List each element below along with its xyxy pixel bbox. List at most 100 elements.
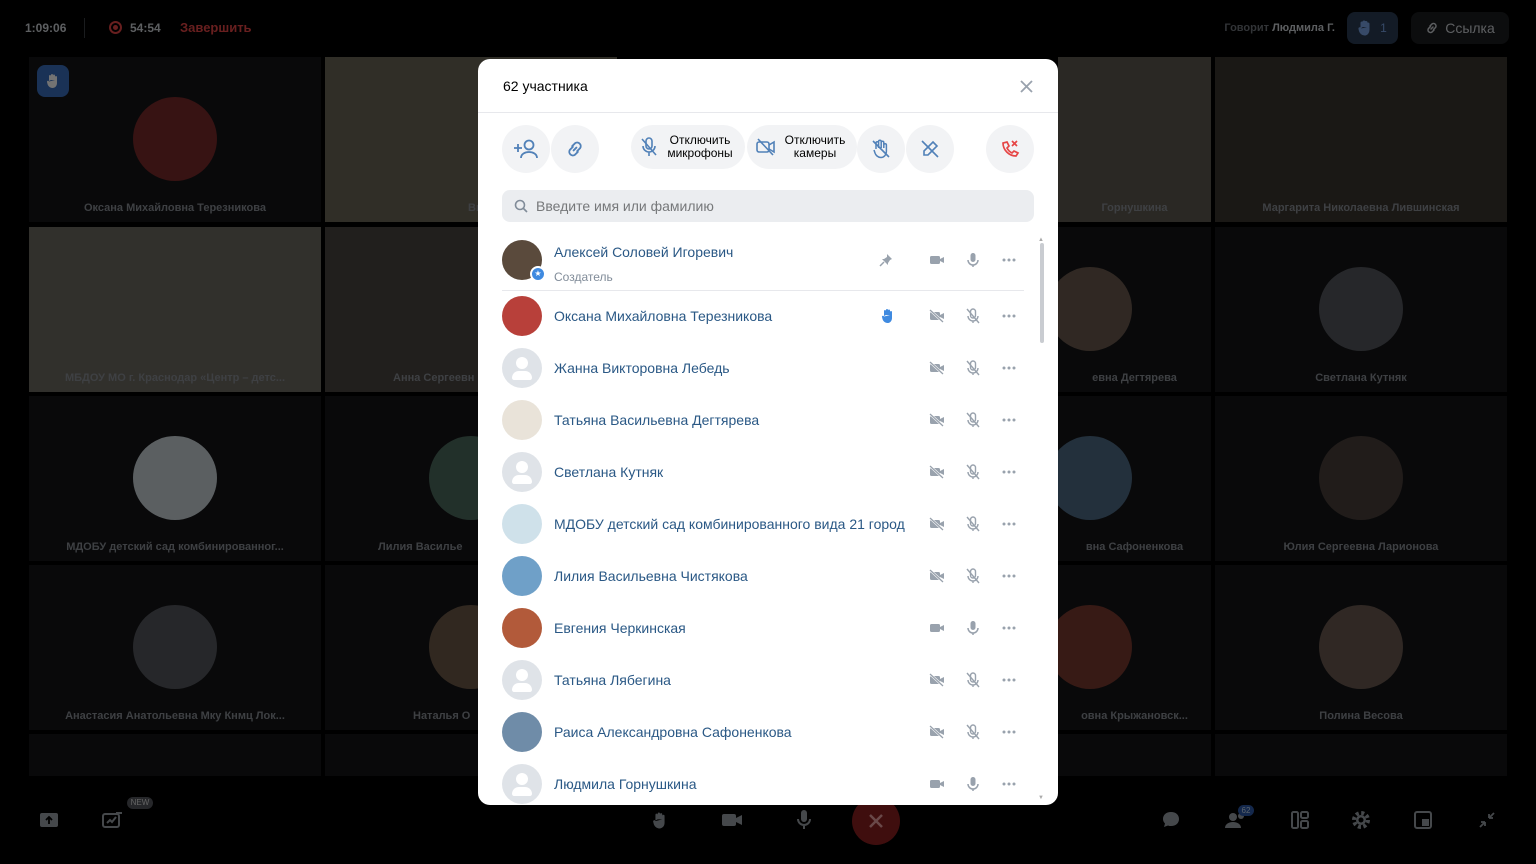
camera-icon[interactable] [928, 619, 946, 637]
video-tile[interactable]: Светлана Кутняк [1215, 227, 1507, 392]
video-tile[interactable]: МБДОУ МО г. Краснодар «Центр – детс... [29, 227, 321, 392]
participant-name[interactable]: Евгения Черкинская [554, 620, 686, 636]
participant-row[interactable]: Татьяна Васильевна Дегтярева [478, 395, 1038, 447]
microphone-off-icon[interactable] [964, 463, 982, 481]
microphone-button[interactable] [792, 808, 816, 832]
participant-name[interactable]: МДОБУ детский сад комбинированного вида … [554, 516, 905, 532]
close-button[interactable] [1018, 78, 1035, 95]
video-tile[interactable]: вна Сафоненкова [1058, 396, 1211, 561]
search-input[interactable] [536, 190, 1016, 222]
share-screen-button[interactable] [37, 808, 61, 832]
microphone-off-icon[interactable] [964, 359, 982, 377]
participant-name[interactable]: Светлана Кутняк [554, 464, 663, 480]
video-tile[interactable]: Оксана Михайловна Терезникова [29, 57, 321, 222]
video-tile[interactable]: Полина Весова [1215, 565, 1507, 730]
more-icon[interactable] [1000, 775, 1018, 793]
microphone-off-icon[interactable] [964, 567, 982, 585]
video-tile[interactable]: Горнушкина [1058, 57, 1211, 222]
more-icon[interactable] [1000, 619, 1018, 637]
participant-name[interactable]: Алексей Соловей Игоревич [554, 244, 733, 260]
participant-row[interactable]: Раиса Александровна Сафоненкова [478, 707, 1038, 759]
camera-off-icon[interactable] [928, 515, 946, 533]
more-icon[interactable] [1000, 671, 1018, 689]
finish-recording-button[interactable]: Завершить [180, 20, 252, 35]
camera-off-icon[interactable] [928, 671, 946, 689]
video-tile[interactable]: Маргарита Николаевна Лившинская [1215, 57, 1507, 222]
pin-icon[interactable] [877, 251, 895, 269]
camera-off-icon[interactable] [928, 359, 946, 377]
video-tile[interactable]: МДОБУ детский сад комбинированног... [29, 396, 321, 561]
end-call-for-all-button[interactable] [986, 125, 1034, 173]
camera-icon[interactable] [928, 251, 946, 269]
participant-row[interactable]: Светлана Кутняк [478, 447, 1038, 499]
participant-row[interactable]: Жанна Викторовна Лебедь [478, 343, 1038, 395]
microphone-icon[interactable] [964, 775, 982, 793]
camera-off-icon[interactable] [928, 463, 946, 481]
video-tile[interactable]: Анастасия Анатольевна Мку Кнмц Лок... [29, 565, 321, 730]
settings-button[interactable] [1349, 808, 1373, 832]
microphone-off-icon[interactable] [964, 411, 982, 429]
chat-button[interactable] [1159, 808, 1183, 832]
participant-row[interactable]: МДОБУ детский сад комбинированного вида … [478, 499, 1038, 551]
mute-all-mics-button[interactable]: Отключить микрофоны [631, 125, 745, 169]
minimize-button[interactable] [1475, 808, 1499, 832]
participant-name[interactable]: Татьяна Васильевна Дегтярева [554, 412, 759, 428]
disable-all-cameras-button[interactable]: Отключить камеры [747, 125, 857, 169]
participant-name[interactable]: Оксана Михайловна Терезникова [554, 308, 772, 324]
whiteboard-button[interactable] [101, 808, 125, 832]
camera-off-icon[interactable] [928, 307, 946, 325]
more-icon[interactable] [1000, 515, 1018, 533]
participant-name[interactable]: Татьяна Лябегина [554, 672, 671, 688]
lower-hands-button[interactable] [857, 125, 905, 173]
more-icon[interactable] [1000, 567, 1018, 585]
camera-button[interactable] [720, 808, 744, 832]
participant-row[interactable]: Татьяна Лябегина [478, 655, 1038, 707]
video-tile[interactable]: евна Дегтярева [1058, 227, 1211, 392]
scroll-down-arrow[interactable]: ▼ [1038, 795, 1044, 801]
more-icon[interactable] [1000, 307, 1018, 325]
avatar [502, 764, 542, 804]
video-tile[interactable]: овна Крыжановск... [1058, 565, 1211, 730]
microphone-off-icon[interactable] [964, 307, 982, 325]
participant-row[interactable]: Алексей Соловей Игоревич Создатель ★ [478, 235, 1038, 287]
more-icon[interactable] [1000, 359, 1018, 377]
more-icon[interactable] [1000, 723, 1018, 741]
raised-hands-button[interactable]: 1 [1347, 12, 1398, 44]
video-tile[interactable] [1058, 734, 1211, 776]
add-participant-button[interactable] [502, 125, 550, 173]
camera-off-icon[interactable] [928, 723, 946, 741]
picture-in-picture-icon [1414, 811, 1432, 829]
participant-name[interactable]: Людмила Горнушкина [554, 776, 696, 792]
microphone-icon[interactable] [964, 251, 982, 269]
avatar [1058, 436, 1132, 520]
camera-icon[interactable] [928, 775, 946, 793]
participant-row[interactable]: Оксана Михайловна Терезникова [478, 291, 1038, 343]
participant-name[interactable]: Жанна Викторовна Лебедь [554, 360, 730, 376]
microphone-icon[interactable] [964, 619, 982, 637]
microphone-off-icon[interactable] [964, 515, 982, 533]
microphone-off-icon[interactable] [964, 723, 982, 741]
scrollbar[interactable] [1040, 243, 1044, 343]
disable-screen-share-button[interactable] [906, 125, 954, 173]
participant-row[interactable]: Евгения Черкинская [478, 603, 1038, 655]
collapse-icon [1479, 812, 1495, 828]
camera-off-icon[interactable] [928, 567, 946, 585]
dialog-header: 62 участника [478, 59, 1058, 113]
participant-name[interactable]: Раиса Александровна Сафоненкова [554, 724, 792, 740]
microphone-off-icon[interactable] [964, 671, 982, 689]
more-icon[interactable] [1000, 251, 1018, 269]
more-icon[interactable] [1000, 411, 1018, 429]
copy-link-button[interactable] [551, 125, 599, 173]
participant-row[interactable]: Лилия Васильевна Чистякова [478, 551, 1038, 603]
link-button[interactable]: Ссылка [1411, 12, 1509, 44]
video-tile[interactable] [29, 734, 321, 776]
participant-name[interactable]: Лилия Васильевна Чистякова [554, 568, 748, 584]
video-tile[interactable] [1215, 734, 1507, 776]
layout-button[interactable] [1288, 808, 1312, 832]
camera-off-icon[interactable] [928, 411, 946, 429]
participant-row[interactable]: Людмила Горнушкина [478, 759, 1038, 805]
video-tile[interactable]: Юлия Сергеевна Ларионова [1215, 396, 1507, 561]
raise-hand-button[interactable] [648, 808, 672, 832]
pip-button[interactable] [1411, 808, 1435, 832]
more-icon[interactable] [1000, 463, 1018, 481]
